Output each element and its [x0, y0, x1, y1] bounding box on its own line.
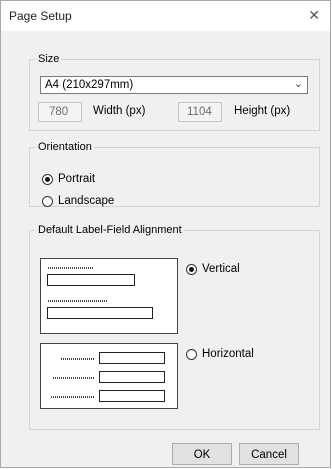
label-placeholder-icon — [61, 358, 95, 360]
height-field[interactable]: 1104 — [178, 102, 222, 122]
label-placeholder-icon — [48, 300, 108, 302]
cancel-button[interactable]: Cancel — [239, 443, 299, 465]
label-placeholder-icon — [51, 396, 95, 398]
landscape-label: Landscape — [58, 195, 115, 207]
height-label: Height (px) — [234, 105, 291, 117]
horizontal-layout-preview[interactable] — [40, 343, 178, 409]
width-label: Width (px) — [93, 105, 146, 117]
ok-button[interactable]: OK — [172, 443, 232, 465]
label-placeholder-icon — [53, 377, 95, 379]
close-icon[interactable]: ✕ — [308, 7, 320, 24]
orientation-legend: Orientation — [38, 141, 92, 153]
page-size-value: A4 (210x297mm) — [45, 79, 134, 91]
landscape-radio[interactable]: Landscape — [42, 195, 114, 207]
size-legend: Size — [38, 53, 60, 65]
horizontal-radio-dot[interactable] — [186, 348, 197, 360]
field-placeholder-icon — [47, 274, 135, 286]
field-placeholder-icon — [47, 307, 153, 319]
alignment-group: Default Label-Field Alignment Vertical H… — [29, 224, 320, 430]
vertical-label: Vertical — [202, 263, 240, 275]
landscape-radio-dot[interactable] — [42, 195, 53, 207]
vertical-radio[interactable]: Vertical — [186, 263, 240, 275]
portrait-radio-dot[interactable] — [42, 173, 53, 185]
field-placeholder-icon — [99, 390, 165, 402]
field-placeholder-icon — [99, 371, 165, 383]
horizontal-radio[interactable]: Horizontal — [186, 348, 254, 360]
page-size-select[interactable]: A4 (210x297mm) ⌄ — [40, 76, 308, 94]
title-bar: Page Setup ✕ — [1, 1, 330, 31]
width-field[interactable]: 780 — [38, 102, 82, 122]
portrait-radio[interactable]: Portrait — [42, 173, 95, 185]
size-group: Size A4 (210x297mm) ⌄ 780 Width (px) 110… — [29, 53, 320, 131]
vertical-layout-preview[interactable] — [40, 258, 178, 334]
chevron-down-icon[interactable]: ⌄ — [294, 76, 303, 92]
horizontal-label: Horizontal — [202, 348, 254, 360]
orientation-group: Orientation Portrait Landscape — [29, 141, 320, 207]
page-setup-dialog: Page Setup ✕ Size A4 (210x297mm) ⌄ 780 W… — [0, 0, 331, 468]
alignment-legend: Default Label-Field Alignment — [38, 224, 182, 236]
label-placeholder-icon — [48, 267, 94, 269]
dialog-title: Page Setup — [9, 9, 72, 23]
vertical-radio-dot[interactable] — [186, 263, 197, 275]
portrait-label: Portrait — [58, 173, 96, 185]
field-placeholder-icon — [99, 352, 165, 364]
